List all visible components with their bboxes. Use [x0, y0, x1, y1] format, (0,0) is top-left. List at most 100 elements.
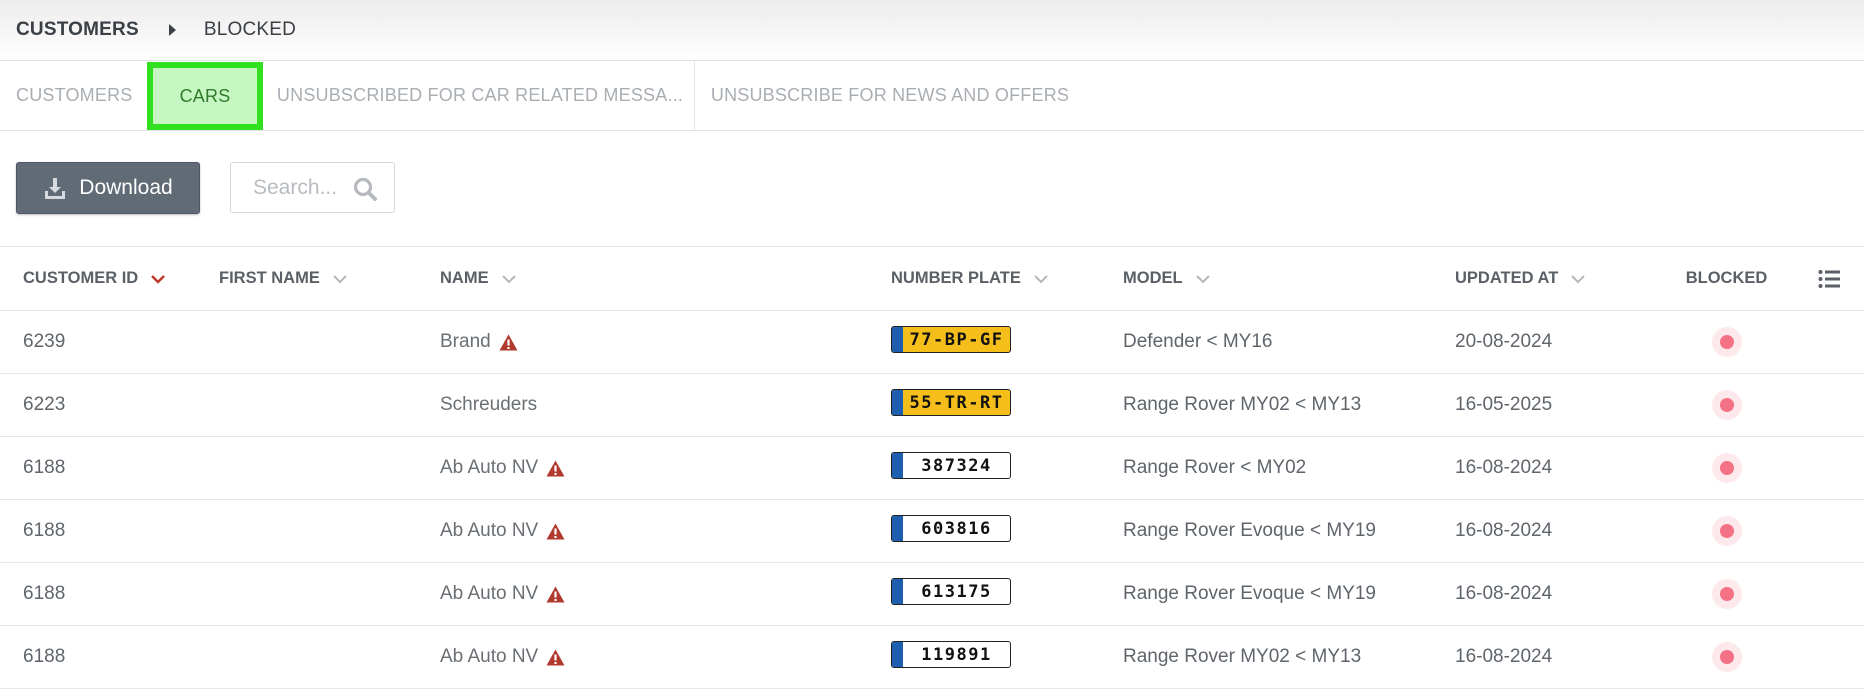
number-plate: 613175: [891, 578, 1011, 605]
cell-updated-at: 16-08-2024: [1455, 499, 1659, 563]
search-box[interactable]: [230, 162, 395, 213]
blocked-status-indicator: [1711, 390, 1742, 420]
cell-updated-at: 16-08-2024: [1455, 436, 1659, 500]
chevron-down-icon: [1034, 274, 1048, 283]
cell-number-plate: 387324: [891, 436, 1123, 500]
column-header-number-plate[interactable]: NUMBER PLATE: [891, 247, 1123, 311]
tab-divider: [694, 61, 695, 130]
cell-updated-at: 20-08-2024: [1455, 310, 1659, 374]
table-row[interactable]: 6239 Brand 77-BP-GF Defender < MY16 20-0…: [0, 310, 1864, 374]
cell-first-name: [219, 373, 440, 437]
number-plate: 387324: [891, 452, 1011, 479]
breadcrumb-current: BLOCKED: [203, 19, 297, 40]
cell-blocked: [1659, 625, 1794, 689]
search-icon[interactable]: [352, 176, 378, 202]
toolbar: Download: [0, 131, 1864, 247]
list-icon[interactable]: [1818, 269, 1840, 289]
cell-number-plate: 603816: [891, 499, 1123, 563]
tab-unsubscribe-news-offers[interactable]: UNSUBSCRIBE FOR NEWS AND OFFERS: [710, 61, 1070, 130]
cell-first-name: [219, 562, 440, 626]
warning-icon: [546, 460, 565, 476]
cell-customer-id: 6223: [0, 373, 219, 437]
cell-model: Range Rover Evoque < MY19: [1123, 562, 1455, 626]
cell-blocked: [1659, 373, 1794, 437]
blocked-status-indicator: [1711, 327, 1742, 357]
eu-strip: [892, 453, 903, 478]
chevron-down-icon: [333, 274, 347, 283]
number-plate: 55-TR-RT: [891, 389, 1011, 416]
chevron-down-icon: [1571, 274, 1585, 283]
download-label: Download: [79, 176, 173, 199]
cell-blocked: [1659, 562, 1794, 626]
chevron-down-icon: [1195, 274, 1210, 283]
column-settings[interactable]: [1794, 247, 1864, 311]
column-header-customer-id[interactable]: CUSTOMER ID: [0, 247, 219, 311]
cell-first-name: [219, 310, 440, 374]
tab-bar: CUSTOMERS CARS UNSUBSCRIBED FOR CAR RELA…: [0, 61, 1864, 131]
cell-name: Ab Auto NV: [440, 436, 891, 500]
warning-icon: [546, 523, 565, 539]
cell-model: Range Rover MY02 < MY13: [1123, 625, 1455, 689]
column-header-updated-at[interactable]: UPDATED AT: [1455, 247, 1659, 311]
warning-icon: [546, 649, 565, 665]
chevron-down-icon: [501, 274, 516, 283]
cell-first-name: [219, 499, 440, 563]
column-header-blocked: BLOCKED: [1659, 247, 1794, 311]
blocked-status-indicator: [1711, 453, 1742, 483]
cell-empty: [1794, 499, 1864, 563]
column-header-model[interactable]: MODEL: [1123, 247, 1455, 311]
download-icon: [45, 178, 66, 199]
breadcrumb-bar: CUSTOMERS BLOCKED: [0, 0, 1864, 61]
blocked-status-indicator: [1711, 579, 1742, 609]
cell-name: Ab Auto NV: [440, 499, 891, 563]
cell-blocked: [1659, 499, 1794, 563]
cell-empty: [1794, 562, 1864, 626]
table-header-row: CUSTOMER ID FIRST NAME NAME NUMBER PLATE…: [0, 247, 1864, 311]
tab-customers[interactable]: CUSTOMERS: [16, 61, 132, 130]
search-input[interactable]: [251, 174, 355, 201]
eu-strip: [892, 642, 903, 667]
cell-empty: [1794, 625, 1864, 689]
cell-empty: [1794, 373, 1864, 437]
table-row[interactable]: 6188 Ab Auto NV 613175 Range Rover Evoqu…: [0, 562, 1864, 626]
breadcrumb-root[interactable]: CUSTOMERS: [16, 19, 139, 41]
table-row[interactable]: 6188 Ab Auto NV 119891 Range Rover MY02 …: [0, 625, 1864, 689]
cell-number-plate: 55-TR-RT: [891, 373, 1123, 437]
cell-model: Range Rover MY02 < MY13: [1123, 373, 1455, 437]
number-plate: 119891: [891, 641, 1011, 668]
cell-customer-id: 6239: [0, 310, 219, 374]
cell-model: Range Rover < MY02: [1123, 436, 1455, 500]
table-row[interactable]: 6188 Ab Auto NV 387324 Range Rover < MY0…: [0, 436, 1864, 500]
table-row[interactable]: 6223 Schreuders 55-TR-RT Range Rover MY0…: [0, 373, 1864, 437]
cell-first-name: [219, 436, 440, 500]
cell-first-name: [219, 625, 440, 689]
blocked-status-indicator: [1711, 516, 1742, 546]
number-plate: 77-BP-GF: [891, 326, 1011, 353]
cell-model: Defender < MY16: [1123, 310, 1455, 374]
tab-unsubscribed-car-messages[interactable]: UNSUBSCRIBED FOR CAR RELATED MESSA...: [268, 61, 692, 130]
cell-number-plate: 119891: [891, 625, 1123, 689]
tab-cars[interactable]: CARS: [147, 62, 263, 130]
chevron-down-icon: [151, 274, 166, 284]
download-button[interactable]: Download: [16, 162, 200, 214]
number-plate: 603816: [891, 515, 1011, 542]
cell-empty: [1794, 436, 1864, 500]
column-header-name[interactable]: NAME: [440, 247, 891, 311]
cell-updated-at: 16-08-2024: [1455, 562, 1659, 626]
cell-name: Ab Auto NV: [440, 562, 891, 626]
cell-name: Schreuders: [440, 373, 891, 437]
column-header-first-name[interactable]: FIRST NAME: [219, 247, 440, 311]
cell-customer-id: 6188: [0, 625, 219, 689]
cell-number-plate: 77-BP-GF: [891, 310, 1123, 374]
table-row[interactable]: 6188 Ab Auto NV 603816 Range Rover Evoqu…: [0, 499, 1864, 563]
eu-strip: [892, 327, 903, 352]
cell-blocked: [1659, 436, 1794, 500]
cell-number-plate: 613175: [891, 562, 1123, 626]
warning-icon: [499, 334, 518, 350]
cell-customer-id: 6188: [0, 499, 219, 563]
blocked-status-indicator: [1711, 642, 1742, 672]
cell-empty: [1794, 310, 1864, 374]
cell-customer-id: 6188: [0, 562, 219, 626]
cell-customer-id: 6188: [0, 436, 219, 500]
warning-icon: [546, 586, 565, 602]
